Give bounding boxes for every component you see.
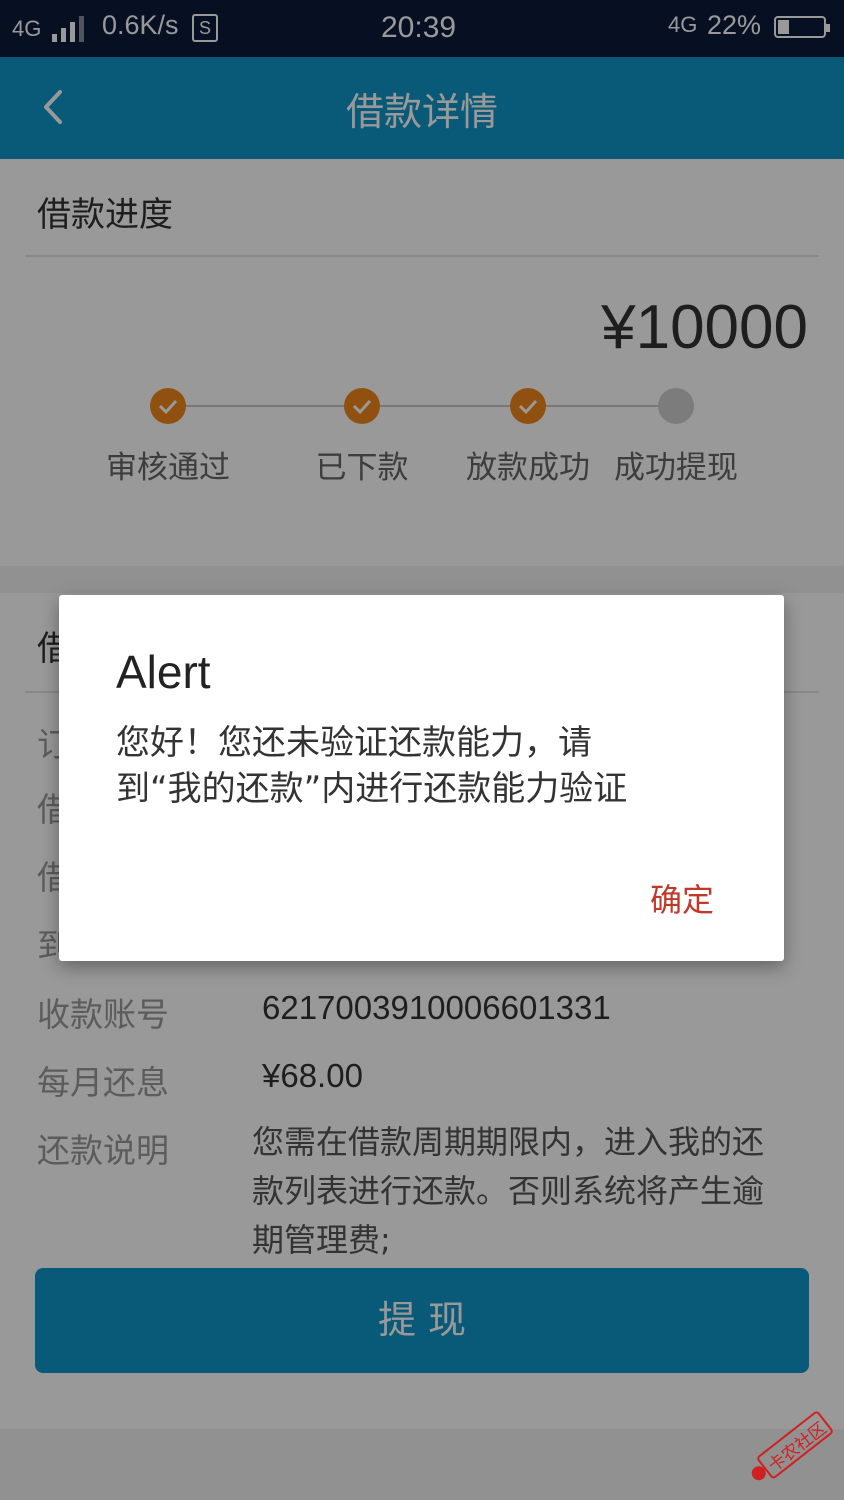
confirm-button[interactable]: 确定 bbox=[650, 875, 714, 921]
alert-message-line: 您好！您还未验证还款能力，请 bbox=[116, 723, 592, 763]
alert-title: Alert bbox=[116, 646, 211, 698]
alert-message-line: 到“我的还款”内进行还款能力验证 bbox=[116, 769, 628, 809]
alert-message: 您好！您还未验证还款能力，请 到“我的还款”内进行还款能力验证 bbox=[116, 720, 736, 812]
alert-dialog: Alert 您好！您还未验证还款能力，请 到“我的还款”内进行还款能力验证 确定 bbox=[59, 595, 784, 961]
watermark-logo: 卡农社区 bbox=[740, 1405, 840, 1485]
